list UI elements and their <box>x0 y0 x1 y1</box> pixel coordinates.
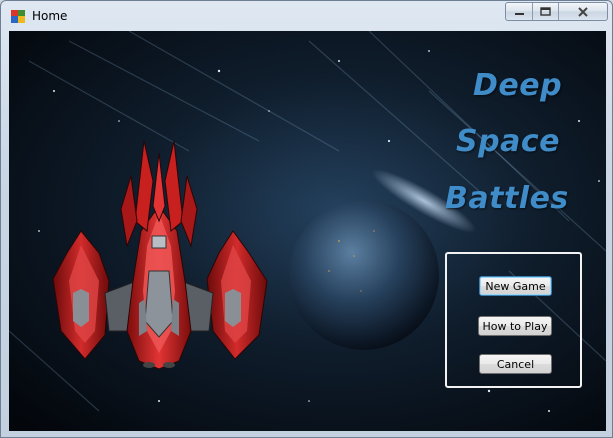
game-title-line-3: Battles <box>445 181 569 216</box>
window-title: Home <box>32 9 68 23</box>
game-title-line-2: Space <box>456 124 560 159</box>
window-controls <box>505 2 608 21</box>
cancel-button[interactable]: Cancel <box>479 354 552 374</box>
how-to-play-button[interactable]: How to Play <box>478 316 552 336</box>
new-game-button[interactable]: New Game <box>479 276 552 296</box>
maximize-icon <box>540 7 551 16</box>
app-window-icon <box>11 10 25 23</box>
game-home-panel: Deep Space Battles New Game How to Play … <box>9 31 606 431</box>
minimize-button[interactable] <box>506 3 533 20</box>
menu-group-box: New Game How to Play Cancel <box>445 252 582 388</box>
game-title-line-1: Deep <box>473 68 563 103</box>
maximize-button[interactable] <box>533 3 559 20</box>
close-button[interactable] <box>559 3 607 20</box>
main-window: Home Deep Space Battles New Game How to … <box>0 0 613 438</box>
title-bar[interactable]: Home <box>1 1 612 31</box>
close-icon <box>578 6 588 17</box>
minimize-icon <box>514 12 524 15</box>
